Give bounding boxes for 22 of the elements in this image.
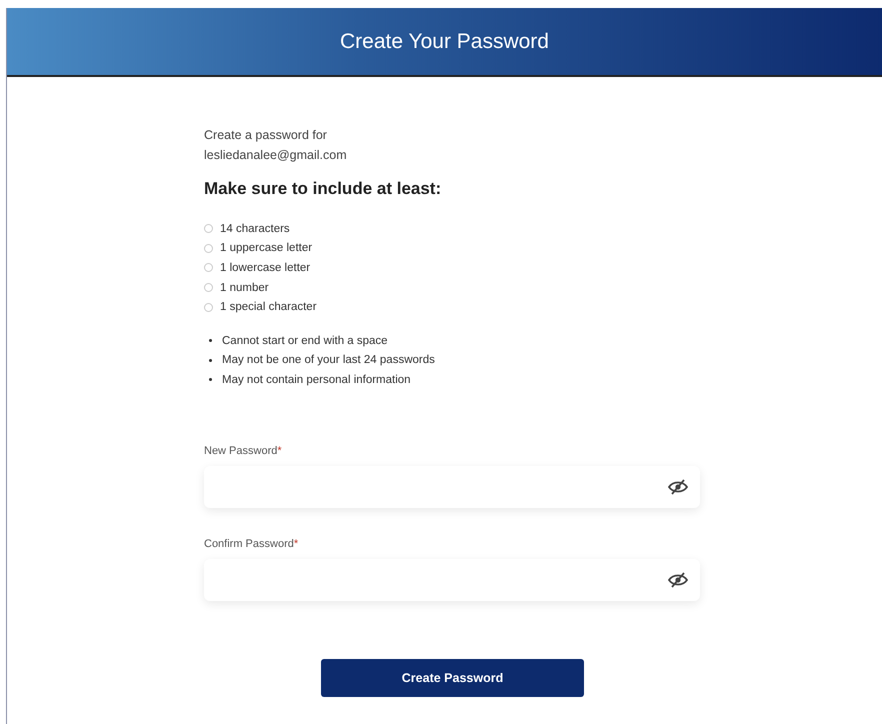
requirements-heading: Make sure to include at least: <box>204 179 442 199</box>
rule-text: Cannot start or end with a space <box>222 334 388 347</box>
create-password-button[interactable]: Create Password <box>321 658 584 697</box>
intro-text: Create a password for <box>204 127 327 144</box>
field-label: New Password* <box>204 444 282 457</box>
requirement-text: 1 special character <box>220 301 317 314</box>
field-label: Confirm Password* <box>204 538 298 550</box>
requirement-text: 1 number <box>220 282 269 294</box>
bullet-icon <box>209 339 212 342</box>
requirement-text: 14 characters <box>220 222 290 235</box>
bullet-icon <box>209 378 212 382</box>
eye-slash-icon[interactable] <box>668 478 688 495</box>
bullet-icon <box>209 358 212 362</box>
rule-text: May not contain personal information <box>222 374 411 386</box>
rule-text: May not be one of your last 24 passwords <box>222 354 435 366</box>
eye-slash-icon[interactable] <box>668 572 688 588</box>
email-text: lesliedanalee@gmail.com <box>204 147 347 164</box>
page-title: Create Your Password <box>340 30 549 54</box>
requirement-text: 1 uppercase letter <box>220 242 312 254</box>
password-field[interactable] <box>204 558 700 601</box>
requirement-text: 1 lowercase letter <box>220 262 310 274</box>
password-field[interactable] <box>204 466 700 508</box>
